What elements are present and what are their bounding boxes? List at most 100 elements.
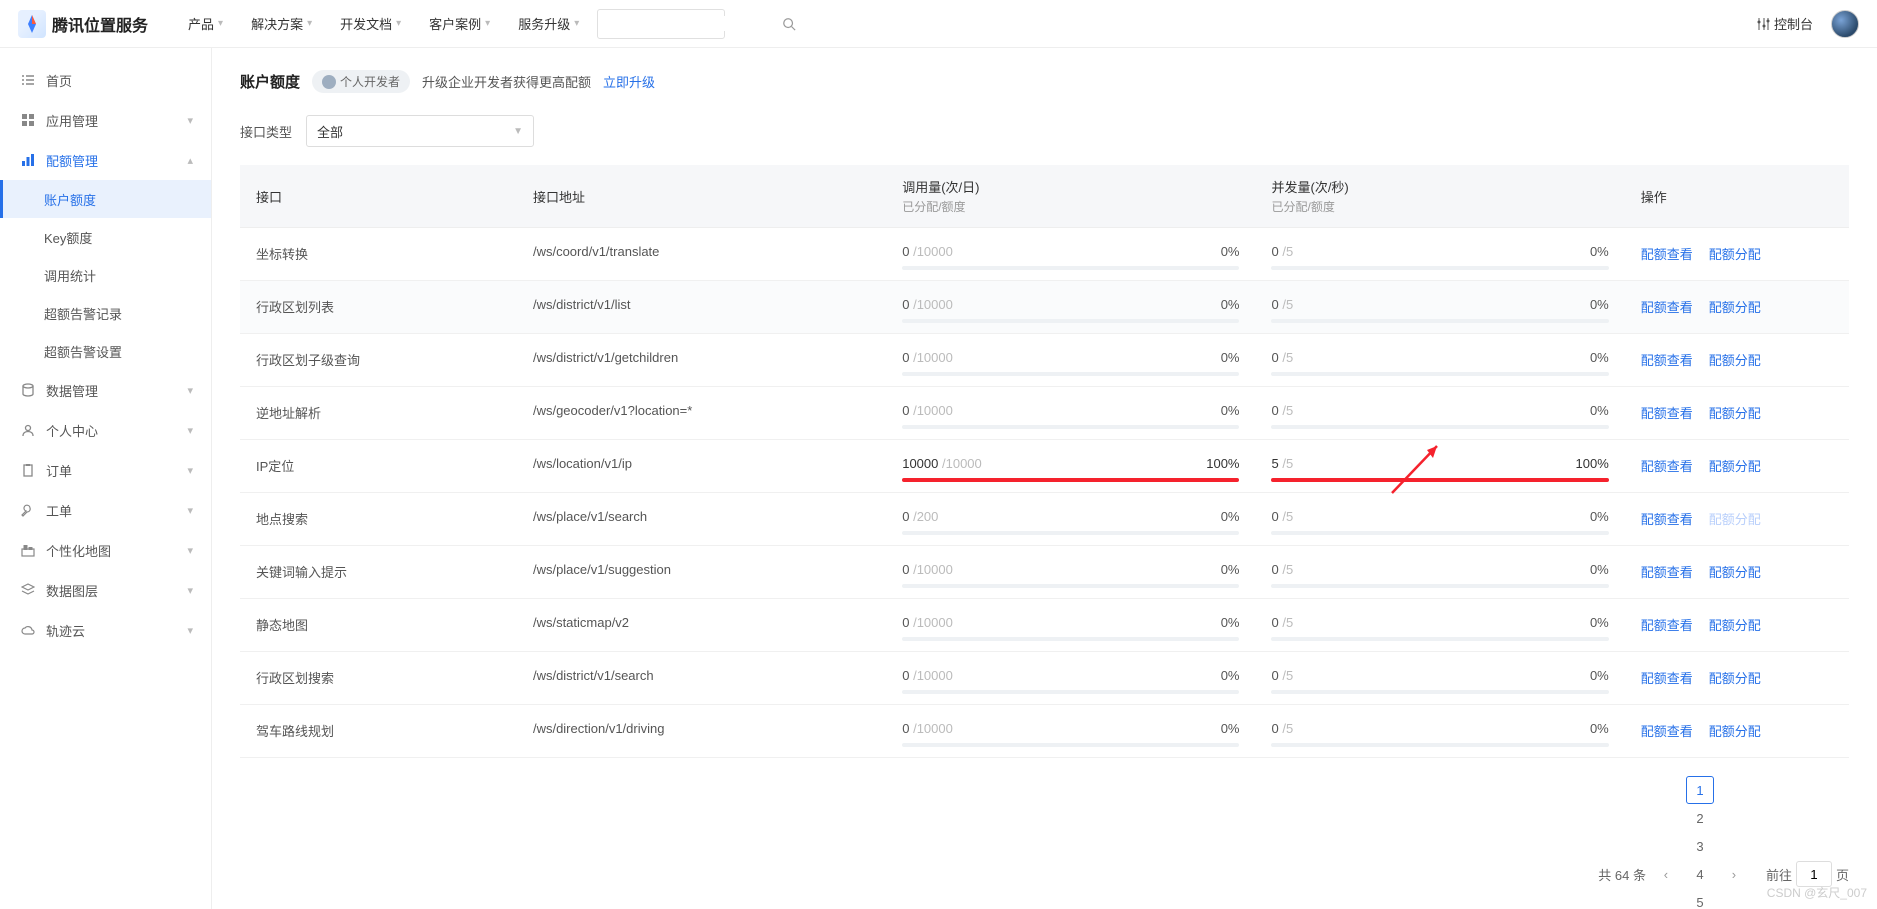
- sidebar-item-label: 工单: [46, 501, 72, 520]
- quota-assign-link[interactable]: 配额分配: [1709, 297, 1761, 316]
- search-box[interactable]: [597, 9, 725, 39]
- sidebar-item[interactable]: 应用管理▾: [0, 100, 211, 140]
- sidebar-subitem[interactable]: 超额告警设置: [0, 332, 211, 370]
- page-number[interactable]: 5: [1686, 888, 1714, 909]
- cell-addr: /ws/district/v1/getchildren: [517, 334, 886, 387]
- sidebar-item[interactable]: 订单▾: [0, 450, 211, 490]
- table-row: 行政区划列表/ws/district/v1/list0 /100000%0 /5…: [240, 281, 1849, 334]
- filter-row: 接口类型 全部 ▼: [240, 115, 1849, 147]
- quota-view-link[interactable]: 配额查看: [1641, 509, 1693, 528]
- avatar[interactable]: [1831, 10, 1859, 38]
- page-number[interactable]: 3: [1686, 832, 1714, 860]
- nav-label: 解决方案: [251, 14, 303, 33]
- quota-assign-link[interactable]: 配额分配: [1709, 456, 1761, 475]
- table-row: 行政区划子级查询/ws/district/v1/getchildren0 /10…: [240, 334, 1849, 387]
- page-prev[interactable]: ‹: [1652, 860, 1680, 888]
- cell-addr: /ws/staticmap/v2: [517, 599, 886, 652]
- cell-addr: /ws/coord/v1/translate: [517, 228, 886, 281]
- sidebar-subitem[interactable]: 调用统计: [0, 256, 211, 294]
- console-button[interactable]: 控制台: [1756, 14, 1813, 33]
- cell-usage: 0 /100000%: [886, 334, 1255, 387]
- quota-assign-link[interactable]: 配额分配: [1709, 668, 1761, 687]
- goto-prefix: 前往: [1766, 865, 1792, 884]
- search-input[interactable]: [606, 16, 782, 31]
- cell-ops: 配额查看配额分配: [1625, 228, 1849, 281]
- th-addr: 接口地址: [533, 190, 585, 205]
- goto-input[interactable]: [1796, 861, 1832, 887]
- cell-conc: 0 /50%: [1255, 281, 1624, 334]
- chevron-up-icon: ▴: [187, 154, 193, 167]
- pagination: 共 64 条 ‹ 1234567 › 前往 页: [240, 776, 1849, 909]
- map-icon: [20, 542, 36, 558]
- quota-assign-link[interactable]: 配额分配: [1709, 350, 1761, 369]
- nav-item[interactable]: 客户案例▾: [429, 14, 490, 33]
- select-value: 全部: [317, 122, 343, 141]
- th-ops: 操作: [1641, 190, 1667, 205]
- nav-label: 产品: [188, 14, 214, 33]
- sidebar-subitem[interactable]: 账户额度: [0, 180, 211, 218]
- cell-addr: /ws/location/v1/ip: [517, 440, 886, 493]
- quota-assign-link[interactable]: 配额分配: [1709, 509, 1761, 528]
- cell-usage: 0 /2000%: [886, 493, 1255, 546]
- page-number[interactable]: 4: [1686, 860, 1714, 888]
- quota-view-link[interactable]: 配额查看: [1641, 615, 1693, 634]
- api-type-select[interactable]: 全部 ▼: [306, 115, 534, 147]
- sidebar-subitem[interactable]: Key额度: [0, 218, 211, 256]
- nav-item[interactable]: 产品 ▾: [188, 14, 223, 33]
- sidebar-item[interactable]: 配额管理 ▴: [0, 140, 211, 180]
- sidebar-item-label: 个人中心: [46, 421, 98, 440]
- quota-view-link[interactable]: 配额查看: [1641, 403, 1693, 422]
- quota-view-link[interactable]: 配额查看: [1641, 350, 1693, 369]
- nav-item[interactable]: 开发文档▾: [340, 14, 401, 33]
- sidebar-item[interactable]: 数据管理▾: [0, 370, 211, 410]
- sidebar: 首页应用管理▾ 配额管理 ▴ 账户额度Key额度调用统计超额告警记录超额告警设置数据管…: [0, 48, 212, 909]
- chevron-down-icon: ▾: [187, 464, 193, 477]
- cell-addr: /ws/place/v1/search: [517, 493, 886, 546]
- sliders-icon: [1756, 17, 1770, 31]
- sidebar-item[interactable]: 数据图层▾: [0, 570, 211, 610]
- page-number[interactable]: 2: [1686, 804, 1714, 832]
- cell-usage: 0 /100000%: [886, 705, 1255, 758]
- quota-assign-link[interactable]: 配额分配: [1709, 615, 1761, 634]
- cell-api: 坐标转换: [240, 228, 517, 281]
- clipboard-icon: [20, 462, 36, 478]
- list-icon: [20, 72, 36, 88]
- nav-item[interactable]: 服务升级▾: [518, 14, 579, 33]
- sidebar-item[interactable]: 轨迹云▾: [0, 610, 211, 650]
- chevron-down-icon: ▾: [187, 544, 193, 557]
- upgrade-link[interactable]: 立即升级: [603, 72, 655, 91]
- cell-ops: 配额查看配额分配: [1625, 546, 1849, 599]
- sidebar-item[interactable]: 工单▾: [0, 490, 211, 530]
- quota-assign-link[interactable]: 配额分配: [1709, 562, 1761, 581]
- page-next[interactable]: ›: [1720, 860, 1748, 888]
- sidebar-item[interactable]: 个性化地图▾: [0, 530, 211, 570]
- quota-assign-link[interactable]: 配额分配: [1709, 403, 1761, 422]
- page-header: 账户额度 个人开发者 升级企业开发者获得更高配额 立即升级: [240, 70, 1849, 93]
- quota-view-link[interactable]: 配额查看: [1641, 721, 1693, 740]
- chevron-down-icon: ▾: [187, 384, 193, 397]
- nav-item[interactable]: 解决方案▾: [251, 14, 312, 33]
- sidebar-item[interactable]: 首页: [0, 60, 211, 100]
- chevron-down-icon: ▾: [218, 18, 223, 29]
- layers-icon: [20, 582, 36, 598]
- quota-view-link[interactable]: 配额查看: [1641, 244, 1693, 263]
- quota-view-link[interactable]: 配额查看: [1641, 668, 1693, 687]
- quota-assign-link[interactable]: 配额分配: [1709, 244, 1761, 263]
- sidebar-item-label: 轨迹云: [46, 621, 85, 640]
- badge-text: 个人开发者: [340, 73, 400, 90]
- goto-suffix: 页: [1836, 865, 1849, 884]
- cell-api: 驾车路线规划: [240, 705, 517, 758]
- quota-view-link[interactable]: 配额查看: [1641, 562, 1693, 581]
- cell-api: IP定位: [240, 440, 517, 493]
- brand-block[interactable]: 腾讯位置服务: [18, 10, 148, 38]
- sidebar-subitem[interactable]: 超额告警记录: [0, 294, 211, 332]
- filter-label: 接口类型: [240, 122, 292, 141]
- quota-assign-link[interactable]: 配额分配: [1709, 721, 1761, 740]
- sidebar-item-label: 配额管理: [46, 151, 98, 170]
- cell-conc: 0 /50%: [1255, 599, 1624, 652]
- cell-usage: 0 /100000%: [886, 599, 1255, 652]
- quota-view-link[interactable]: 配额查看: [1641, 456, 1693, 475]
- sidebar-item[interactable]: 个人中心▾: [0, 410, 211, 450]
- quota-view-link[interactable]: 配额查看: [1641, 297, 1693, 316]
- page-number[interactable]: 1: [1686, 776, 1714, 804]
